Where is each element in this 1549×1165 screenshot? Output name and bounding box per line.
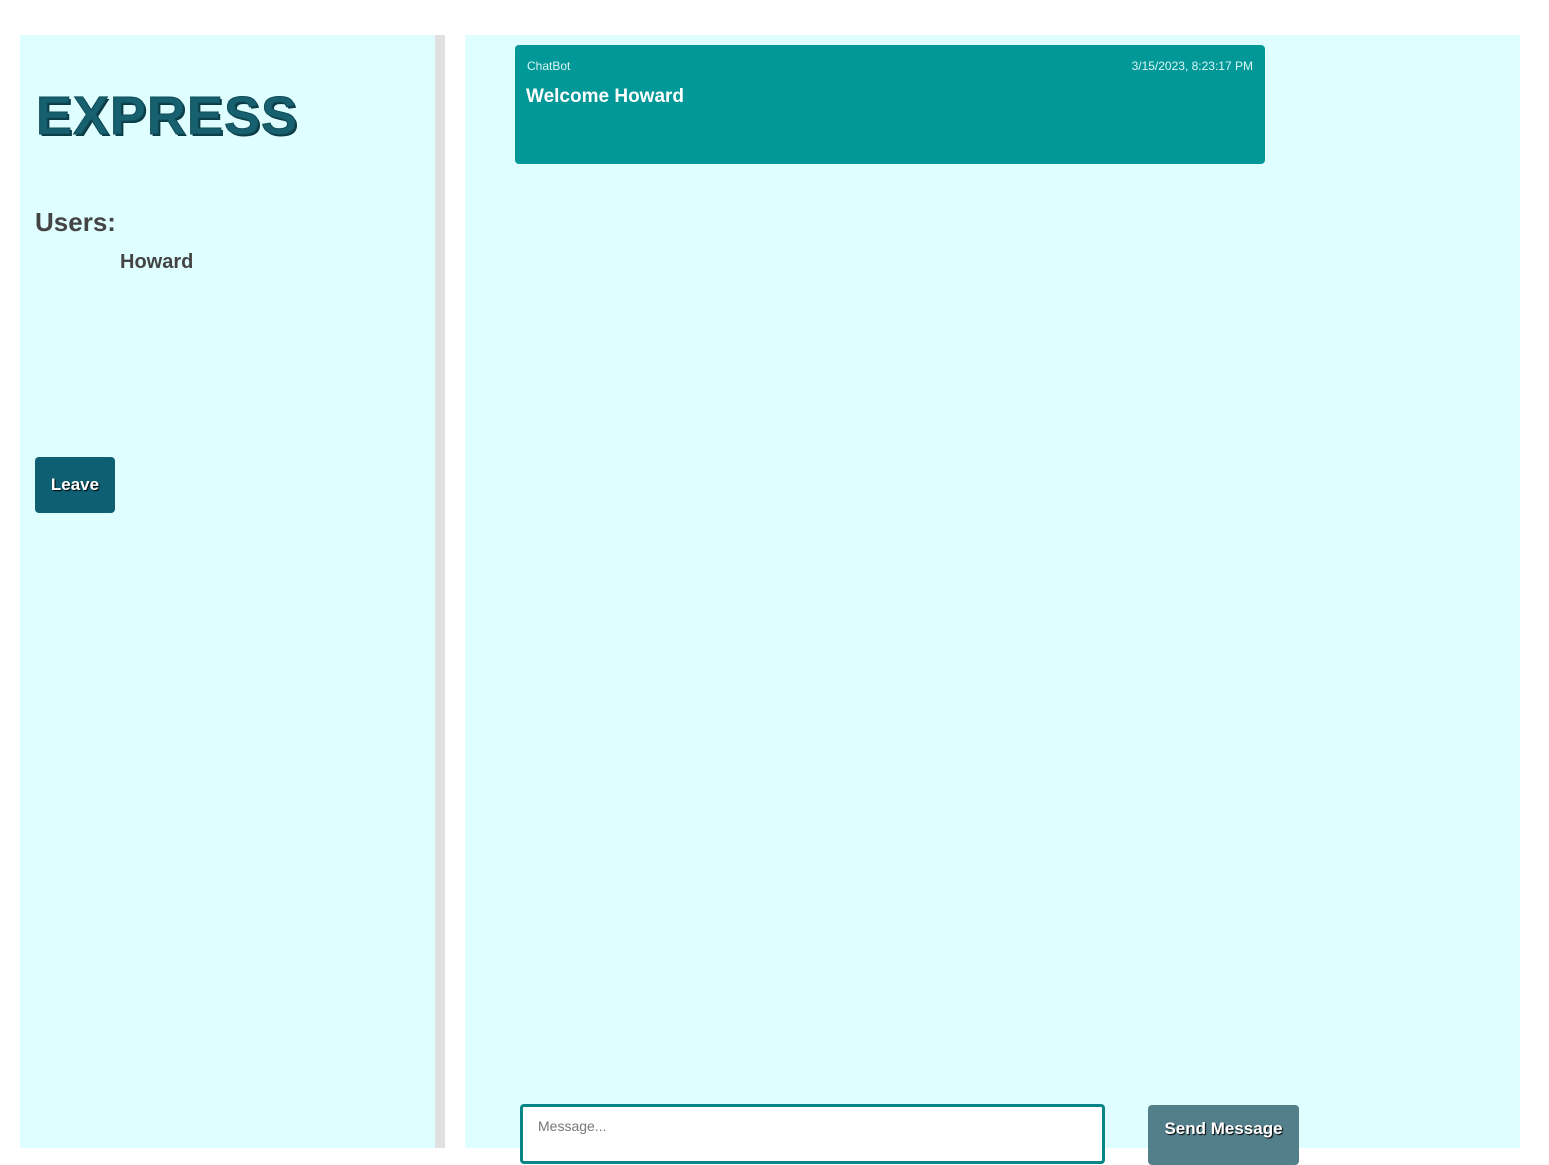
message-input[interactable] xyxy=(520,1104,1105,1164)
user-list: Howard xyxy=(120,249,193,275)
message-author: ChatBot xyxy=(527,59,571,73)
chat-panel: ChatBot 3/15/2023, 8:23:17 PM Welcome Ho… xyxy=(465,35,1520,1165)
leave-button[interactable]: Leave xyxy=(35,457,115,513)
panel-divider xyxy=(435,35,445,1148)
sidebar: EXPRESS Users: Howard Leave xyxy=(20,35,435,1148)
chat-message: ChatBot 3/15/2023, 8:23:17 PM Welcome Ho… xyxy=(515,45,1265,164)
app-logo: EXPRESS xyxy=(35,86,299,147)
message-timestamp: 3/15/2023, 8:23:17 PM xyxy=(1131,59,1253,73)
chat-app: EXPRESS Users: Howard Leave ChatBot 3/15… xyxy=(0,0,1549,1165)
send-message-button[interactable]: Send Message xyxy=(1148,1105,1299,1165)
user-list-item: Howard xyxy=(120,251,194,273)
message-text: Welcome Howard xyxy=(526,86,685,107)
users-heading: Users: xyxy=(35,207,116,237)
